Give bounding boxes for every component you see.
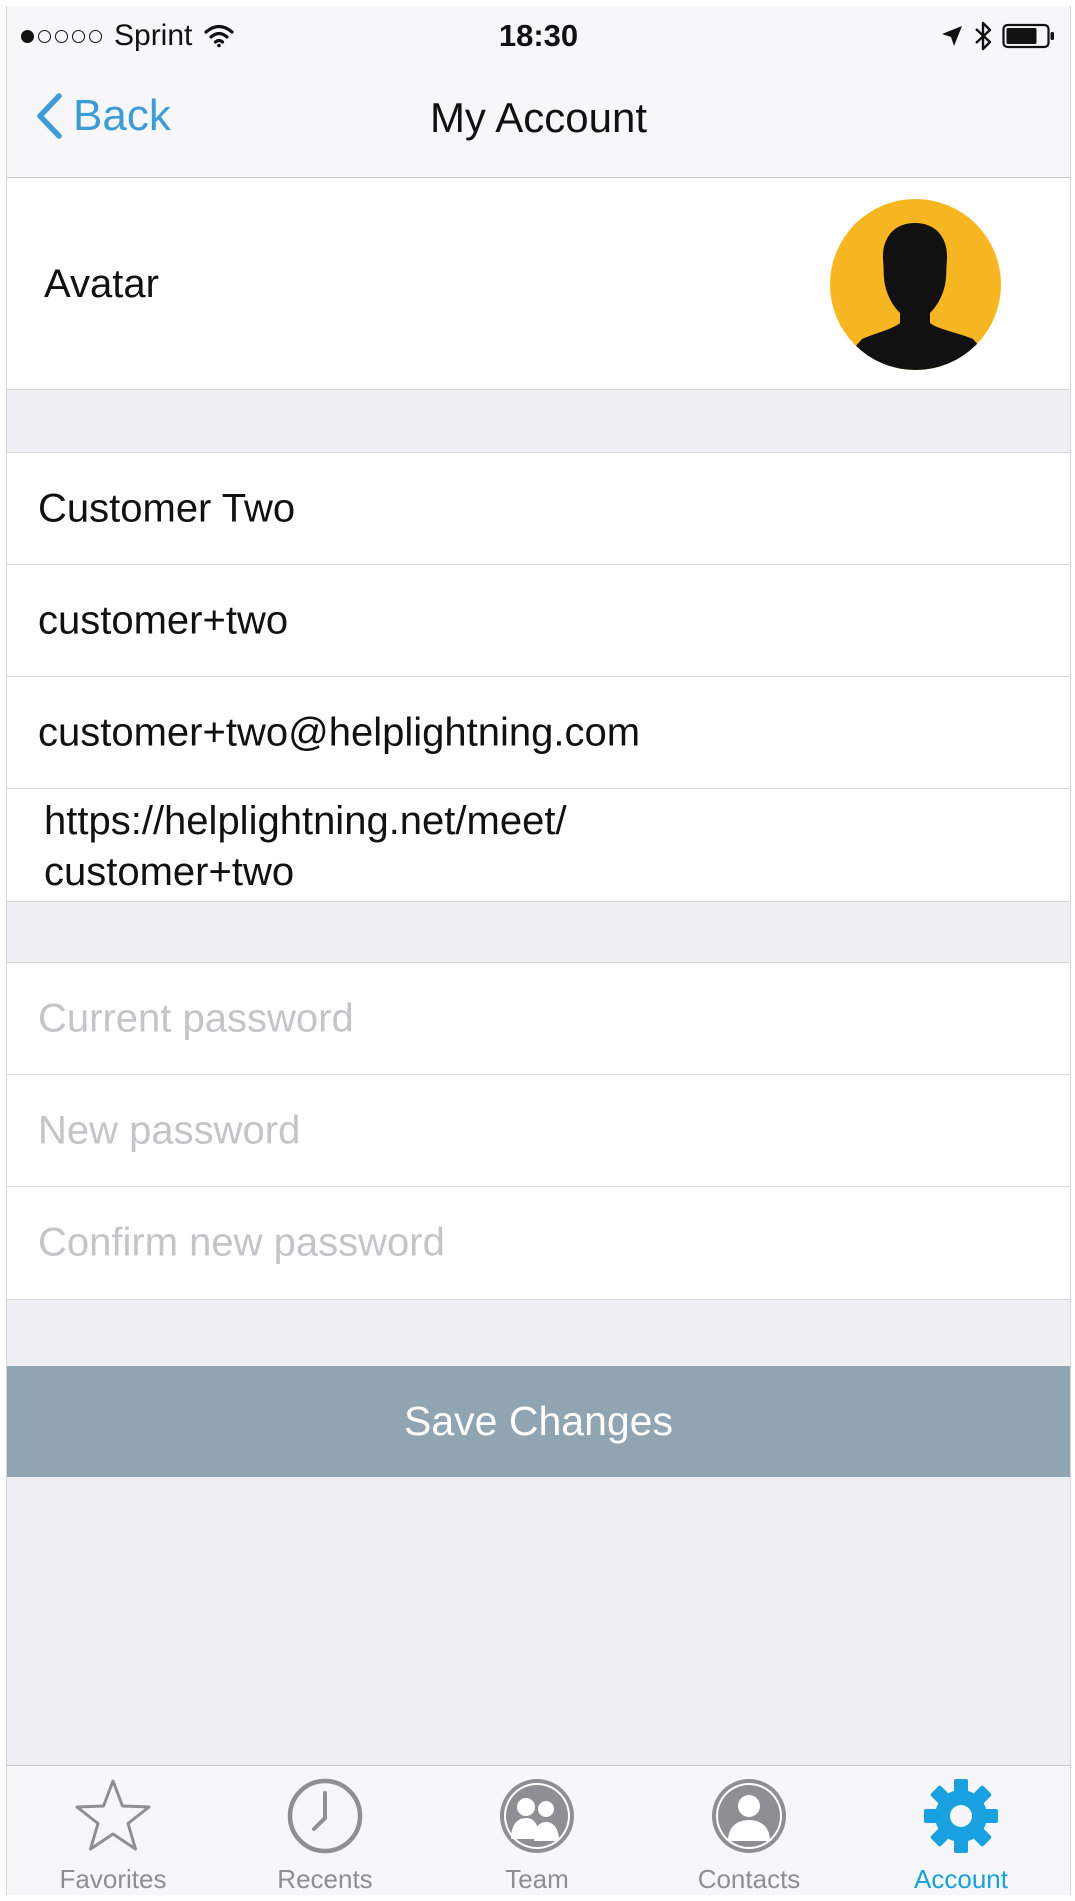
email-field[interactable]: customer+two@helplightning.com [7, 677, 1070, 789]
navigation-bar: Back My Account [7, 66, 1070, 178]
tab-contacts-label: Contacts [697, 1864, 801, 1894]
meet-url-line-1: https://helplightning.net/meet/ [44, 799, 567, 843]
gear-icon [924, 1779, 998, 1853]
meet-url-line-2: customer+two [44, 850, 295, 894]
avatar[interactable] [830, 199, 1001, 370]
page-title: My Account [429, 94, 648, 141]
meet-url-field[interactable]: https://helplightning.net/meet/ customer… [7, 789, 1070, 901]
clock-icon [287, 1778, 363, 1854]
star-icon [75, 1779, 151, 1851]
tab-team-label: Team [505, 1864, 569, 1894]
avatar-label: Avatar [44, 262, 159, 306]
tab-contacts[interactable]: Contacts [643, 1766, 855, 1895]
status-time: 18:30 [498, 18, 579, 53]
avatar-row[interactable]: Avatar [7, 178, 1070, 390]
team-icon [500, 1779, 574, 1853]
email-value: customer+two@helplightning.com [38, 710, 641, 754]
save-changes-button[interactable]: Save Changes [7, 1366, 1070, 1477]
new-password-field[interactable]: New password [7, 1075, 1070, 1187]
tab-account-label: Account [914, 1864, 1008, 1894]
tab-recents-label: Recents [277, 1864, 373, 1894]
location-arrow-icon [942, 26, 962, 46]
status-icons [940, 18, 1056, 54]
tab-account[interactable]: Account [855, 1766, 1067, 1895]
phone-screen: Sprint 18:30 Back My Account Avatar Cust… [6, 6, 1071, 1895]
bluetooth-icon [975, 21, 992, 51]
name-field[interactable]: Customer Two [7, 453, 1070, 565]
contact-icon [712, 1779, 786, 1853]
profile-section: Customer Two customer+two customer+two@h… [7, 452, 1070, 902]
password-section: Current password New password Confirm ne… [7, 962, 1070, 1300]
username-value: customer+two [38, 598, 289, 642]
current-password-field[interactable]: Current password [7, 963, 1070, 1075]
meet-url-value: https://helplightning.net/meet/ customer… [44, 796, 567, 898]
name-value: Customer Two [38, 486, 296, 530]
tab-favorites[interactable]: Favorites [7, 1766, 219, 1895]
confirm-password-placeholder: Confirm new password [38, 1220, 445, 1265]
confirm-password-field[interactable]: Confirm new password [7, 1187, 1070, 1299]
status-bar: Sprint 18:30 [7, 6, 1070, 66]
tab-bar: Favorites Recents Team Contacts Account [7, 1765, 1070, 1895]
tab-recents[interactable]: Recents [219, 1766, 431, 1895]
username-field[interactable]: customer+two [7, 565, 1070, 677]
tab-favorites-label: Favorites [59, 1864, 167, 1894]
tab-team[interactable]: Team [431, 1766, 643, 1895]
new-password-placeholder: New password [38, 1108, 301, 1152]
person-silhouette-icon [855, 223, 980, 370]
battery-icon [1002, 23, 1054, 49]
current-password-placeholder: Current password [38, 996, 354, 1040]
